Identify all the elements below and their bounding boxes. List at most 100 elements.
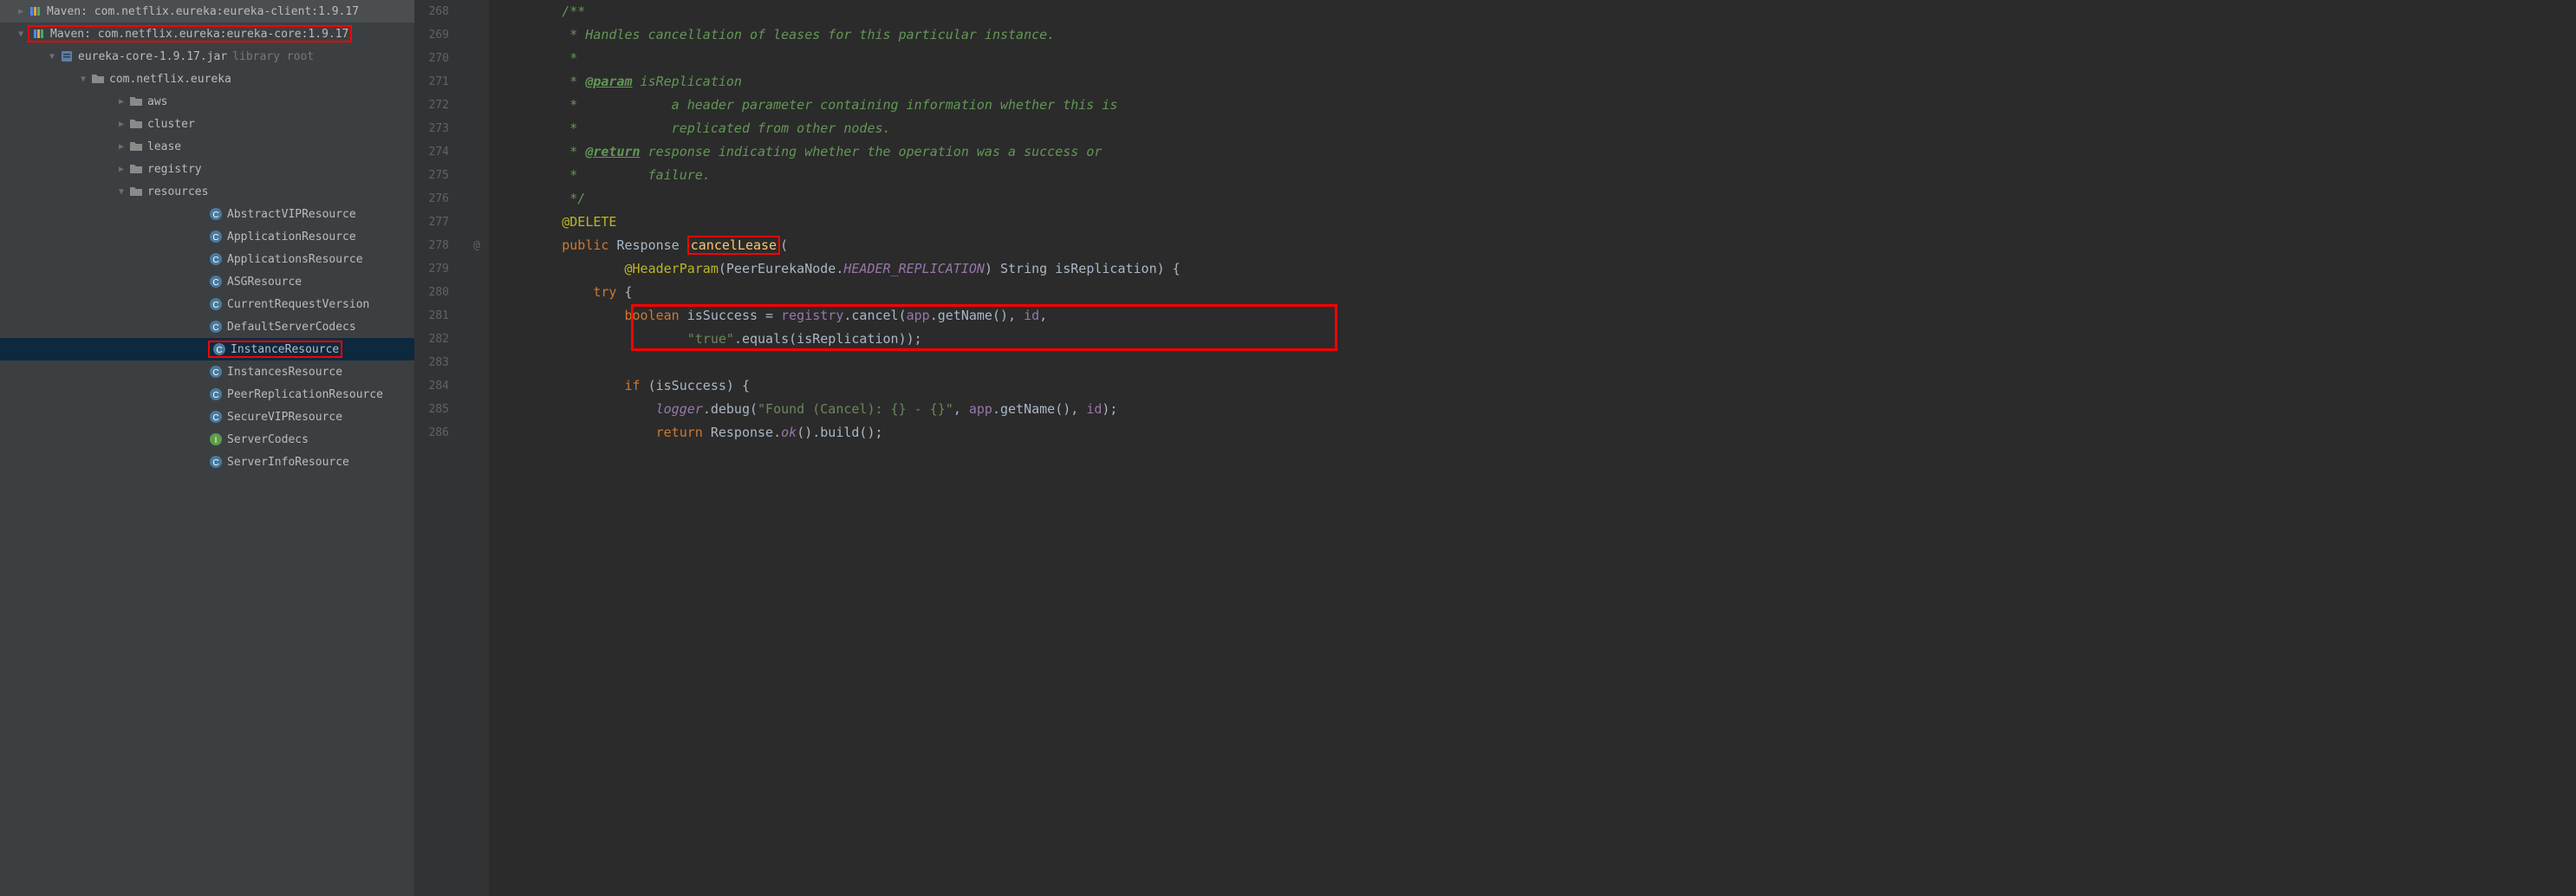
interface-icon: I (208, 432, 224, 446)
expand-arrow-icon[interactable] (114, 120, 128, 129)
tree-item[interactable]: resources (0, 180, 414, 203)
code-line[interactable]: return Response.ok().build(); (499, 421, 2576, 445)
svg-text:C: C (212, 211, 218, 220)
code-line[interactable]: @HeaderParam(PeerEurekaNode.HEADER_REPLI… (499, 257, 2576, 281)
tree-item-label: registry (147, 163, 202, 176)
gutter-marker (465, 398, 489, 421)
code-line[interactable] (499, 351, 2576, 374)
svg-text:C: C (212, 368, 218, 378)
line-number: 281 (414, 304, 449, 328)
expand-arrow-icon[interactable] (14, 29, 28, 39)
code-line[interactable]: * replicated from other nodes. (499, 117, 2576, 140)
code-line[interactable]: "true".equals(isReplication)); (499, 328, 2576, 351)
line-number: 271 (414, 70, 449, 94)
tree-item[interactable]: lease (0, 135, 414, 158)
highlight-box: CInstanceResource (208, 341, 342, 358)
code-line[interactable]: if (isSuccess) { (499, 374, 2576, 398)
tree-item[interactable]: CInstanceResource (0, 338, 414, 360)
line-number: 285 (414, 398, 449, 421)
lib-icon (28, 4, 43, 18)
line-number: 283 (414, 351, 449, 374)
tree-item-label: Maven: com.netflix.eureka:eureka-core:1.… (50, 28, 348, 41)
gutter-marker (465, 211, 489, 234)
gutter-marker (465, 257, 489, 281)
tree-item[interactable]: Maven: com.netflix.eureka:eureka-core:1.… (0, 23, 414, 45)
tree-item[interactable]: CInstancesResource (0, 360, 414, 383)
expand-arrow-icon[interactable] (114, 97, 128, 107)
code-line[interactable]: * (499, 47, 2576, 70)
code-line[interactable]: * Handles cancellation of leases for thi… (499, 23, 2576, 47)
line-number: 280 (414, 281, 449, 304)
code-line[interactable]: */ (499, 187, 2576, 211)
gutter-marker (465, 351, 489, 374)
tree-item[interactable]: CASGResource (0, 270, 414, 293)
lib-icon (31, 27, 47, 41)
folder-icon (128, 94, 144, 108)
tree-item-label: com.netflix.eureka (109, 73, 231, 86)
tree-item-hint: library root (232, 50, 314, 63)
tree-item[interactable]: CCurrentRequestVersion (0, 293, 414, 315)
svg-text:C: C (216, 346, 222, 355)
code-line[interactable]: logger.debug("Found (Cancel): {} - {}", … (499, 398, 2576, 421)
code-line[interactable]: * @param isReplication (499, 70, 2576, 94)
folder-icon (128, 140, 144, 153)
svg-text:I: I (215, 436, 218, 445)
code-line[interactable]: public Response cancelLease( (499, 234, 2576, 257)
project-tree[interactable]: Maven: com.netflix.eureka:eureka-client:… (0, 0, 414, 896)
class-icon: C (208, 320, 224, 334)
gutter-marker: @ (465, 234, 489, 257)
tree-item[interactable]: com.netflix.eureka (0, 68, 414, 90)
line-number: 270 (414, 47, 449, 70)
tree-item[interactable]: CAbstractVIPResource (0, 203, 414, 225)
tree-item[interactable]: aws (0, 90, 414, 113)
gutter-marker (465, 94, 489, 117)
folder-icon (128, 185, 144, 198)
tree-item[interactable]: Maven: com.netflix.eureka:eureka-client:… (0, 0, 414, 23)
svg-text:C: C (212, 301, 218, 310)
svg-text:C: C (212, 413, 218, 423)
expand-arrow-icon[interactable] (14, 7, 28, 16)
tree-item-label: PeerReplicationResource (227, 388, 383, 401)
tree-item[interactable]: CDefaultServerCodecs (0, 315, 414, 338)
expand-arrow-icon[interactable] (76, 75, 90, 84)
code-line[interactable]: boolean isSuccess = registry.cancel(app.… (499, 304, 2576, 328)
tree-item-label: ServerInfoResource (227, 456, 349, 469)
tree-item[interactable]: cluster (0, 113, 414, 135)
gutter-marker (465, 0, 489, 23)
line-number: 282 (414, 328, 449, 351)
gutter-marker (465, 117, 489, 140)
code-line[interactable]: try { (499, 281, 2576, 304)
class-icon: C (208, 365, 224, 379)
code-line[interactable]: * @return response indicating whether th… (499, 140, 2576, 164)
class-icon: C (208, 275, 224, 289)
tree-item[interactable]: CApplicationResource (0, 225, 414, 248)
jar-icon (59, 49, 75, 63)
class-icon: C (208, 207, 224, 221)
class-icon: C (208, 387, 224, 401)
code-line[interactable]: /** (499, 0, 2576, 23)
tree-item[interactable]: C SecureVIPResource (0, 406, 414, 428)
tree-item[interactable]: eureka-core-1.9.17.jar library root (0, 45, 414, 68)
code-line[interactable]: @DELETE (499, 211, 2576, 234)
tree-item[interactable]: CApplicationsResource (0, 248, 414, 270)
svg-text:C: C (212, 458, 218, 468)
tree-item[interactable]: CPeerReplicationResource (0, 383, 414, 406)
expand-arrow-icon[interactable] (114, 142, 128, 152)
line-number: 279 (414, 257, 449, 281)
code-content[interactable]: /** * Handles cancellation of leases for… (489, 0, 2576, 896)
tree-item[interactable]: IServerCodecs (0, 428, 414, 451)
tree-item-label: ASGResource (227, 276, 302, 289)
tree-item-label: SecureVIPResource (227, 411, 342, 424)
expand-arrow-icon[interactable] (114, 165, 128, 174)
expand-arrow-icon[interactable] (45, 52, 59, 62)
code-line[interactable]: * a header parameter containing informat… (499, 94, 2576, 117)
tree-item-label: eureka-core-1.9.17.jar (78, 50, 227, 63)
tree-item-label: resources (147, 185, 208, 198)
tree-item[interactable]: C ServerInfoResource (0, 451, 414, 473)
tree-item[interactable]: registry (0, 158, 414, 180)
code-editor[interactable]: 2682692702712722732742752762772782792802… (414, 0, 2576, 896)
expand-arrow-icon[interactable] (114, 187, 128, 197)
gutter-marker (465, 164, 489, 187)
gutter-marker (465, 140, 489, 164)
code-line[interactable]: * failure. (499, 164, 2576, 187)
